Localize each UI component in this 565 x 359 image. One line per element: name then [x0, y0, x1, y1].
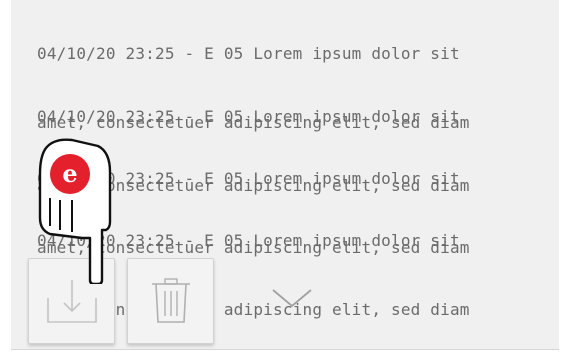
trash-icon [151, 278, 190, 323]
chevron-down-icon[interactable] [269, 282, 315, 312]
delete-button[interactable] [127, 258, 214, 344]
hand-pointer-icon: e [38, 138, 112, 284]
badge-letter: e [62, 159, 77, 188]
